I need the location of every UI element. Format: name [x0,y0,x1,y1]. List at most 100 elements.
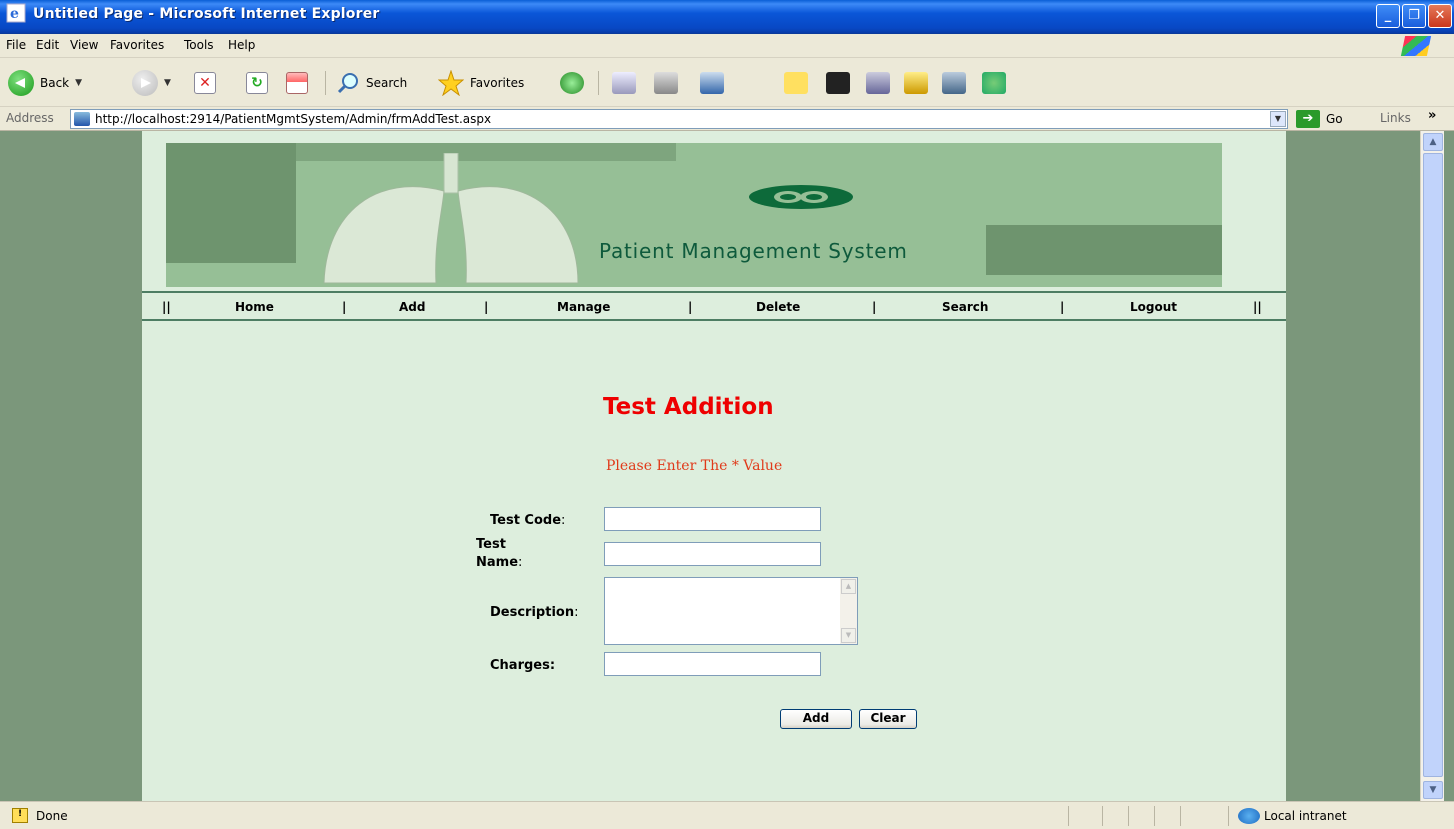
tool-icon[interactable] [942,72,966,94]
status-pane-divider [1102,806,1103,826]
restore-button[interactable]: ❐ [1402,4,1426,28]
k-icon[interactable] [826,72,850,94]
page-scrollbar[interactable]: ▲ ▼ [1420,131,1444,801]
test-name-label-text: Name [476,555,519,570]
favorites-button[interactable]: Favorites [438,69,524,97]
banner: Patient Management System [166,143,1222,287]
back-arrow-icon [8,70,34,96]
main-nav: || Home | Add | Manage | Delete | Search… [142,291,1286,321]
scroll-thumb[interactable] [1423,153,1443,777]
test-code-label-text: Test Code [490,513,562,528]
nav-home[interactable]: Home [235,300,274,314]
menu-tools[interactable]: Tools [184,38,214,52]
clear-button[interactable]: Clear [859,709,917,729]
status-text: Done [36,809,68,823]
page-viewport: Patient Management System || Home | Add … [0,131,1454,801]
nav-separator: | [688,300,693,314]
description-scrollbar[interactable]: ▲ ▼ [840,578,857,644]
go-label: Go [1326,112,1343,126]
people-icon[interactable] [982,72,1006,94]
status-pane-divider [1180,806,1181,826]
stop-icon: ✕ [194,72,216,94]
research-icon[interactable] [904,72,928,94]
page-content: Patient Management System || Home | Add … [142,131,1286,801]
test-name-label-line1: Test [476,537,506,552]
windows-logo-icon [1400,36,1432,56]
standard-toolbar: Back ▼ ▼ ✕ ↻ Search Favorites [0,59,1454,107]
description-label: Description: [490,605,578,620]
menu-edit[interactable]: Edit [36,38,59,52]
back-button[interactable]: Back ▼ [8,69,82,97]
edit-icon[interactable] [700,72,724,94]
label-colon: : [574,605,579,620]
close-button[interactable]: ✕ [1428,4,1452,28]
test-code-input[interactable] [604,507,821,531]
description-textarea[interactable]: ▲ ▼ [604,577,858,645]
add-button[interactable]: Add [780,709,852,729]
description-label-text: Description [490,605,575,620]
address-input[interactable]: http://localhost:2914/PatientMgmtSystem/… [70,109,1288,129]
banner-title: Patient Management System [599,239,908,263]
scroll-up-icon[interactable]: ▲ [1423,133,1443,151]
nav-search[interactable]: Search [942,300,988,314]
messenger-icon[interactable] [866,72,890,94]
window-title: Untitled Page - Microsoft Internet Explo… [33,6,380,22]
home-button[interactable] [286,69,308,97]
links-label[interactable]: Links [1380,111,1411,125]
address-dropdown-icon[interactable]: ▼ [1270,111,1286,127]
links-more-icon[interactable]: » [1428,108,1436,123]
scroll-up-icon[interactable]: ▲ [841,579,856,594]
scroll-down-icon[interactable]: ▼ [1423,781,1443,799]
note-icon[interactable] [784,72,808,94]
toolbar-separator [325,71,326,95]
go-button[interactable]: ➔ Go [1296,110,1343,128]
status-pane-divider [1228,806,1229,826]
forward-dropdown-icon[interactable]: ▼ [164,78,171,88]
nav-logout[interactable]: Logout [1130,300,1177,314]
nav-separator: || [1253,300,1262,314]
favorites-label: Favorites [470,76,525,90]
address-url[interactable]: http://localhost:2914/PatientMgmtSystem/… [95,112,491,126]
back-label: Back [40,76,70,90]
minimize-button[interactable]: _ [1376,4,1400,28]
logo-icon [749,185,853,209]
search-button[interactable]: Search [336,69,407,97]
nav-separator: | [872,300,877,314]
lungs-image [323,153,579,284]
toolbar-separator [598,71,599,95]
status-bar: ! Done Local intranet [0,801,1454,829]
page-heading: Test Addition [603,394,774,420]
forward-button[interactable]: ▼ [132,69,171,97]
banner-block [166,143,296,263]
stop-button[interactable]: ✕ [194,69,216,97]
nav-separator: | [484,300,489,314]
test-name-label: Name: [476,555,522,570]
title-bar: e Untitled Page - Microsoft Internet Exp… [0,0,1454,34]
test-code-label: Test Code: [490,513,565,528]
history-icon[interactable] [560,72,584,94]
menu-favorites[interactable]: Favorites [110,38,164,52]
nav-manage[interactable]: Manage [557,300,610,314]
nav-separator: || [162,300,171,314]
mail-icon[interactable] [612,72,636,94]
status-pane-divider [1068,806,1069,826]
home-icon [286,72,308,94]
menu-help[interactable]: Help [228,38,255,52]
forward-arrow-icon [132,70,158,96]
label-colon: : [561,513,566,528]
address-bar: Address http://localhost:2914/PatientMgm… [0,107,1454,131]
menu-view[interactable]: View [70,38,98,52]
test-name-input[interactable] [604,542,821,566]
search-icon [337,73,358,94]
nav-delete[interactable]: Delete [756,300,800,314]
scroll-down-icon[interactable]: ▼ [841,628,856,643]
print-icon[interactable] [654,72,678,94]
back-dropdown-icon[interactable]: ▼ [75,78,82,88]
refresh-icon: ↻ [246,72,268,94]
refresh-button[interactable]: ↻ [246,69,268,97]
menu-file[interactable]: File [6,38,26,52]
nav-add[interactable]: Add [399,300,425,314]
nav-separator: | [1060,300,1065,314]
charges-input[interactable] [604,652,821,676]
page-icon [74,112,90,126]
